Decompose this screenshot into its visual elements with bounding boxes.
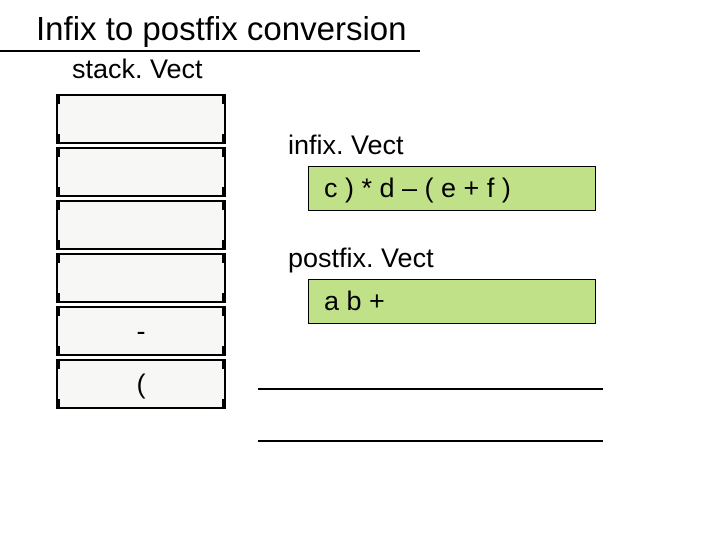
stack-slot-value: ( bbox=[137, 369, 146, 400]
postfix-value: a b + bbox=[324, 286, 385, 317]
postfix-label: postfix. Vect bbox=[288, 243, 434, 274]
slide-title: Infix to postfix conversion bbox=[36, 10, 407, 48]
stack-slot bbox=[56, 94, 226, 144]
stack-slot: - bbox=[56, 306, 226, 356]
infix-vector: c ) * d – ( e + f ) bbox=[308, 166, 596, 211]
stack-slot-value: - bbox=[137, 316, 146, 347]
infix-label: infix. Vect bbox=[288, 130, 404, 161]
stack-slot bbox=[56, 200, 226, 250]
stack-slot bbox=[56, 253, 226, 303]
blank-line bbox=[258, 388, 603, 390]
stack-slot: ( bbox=[56, 359, 226, 409]
stack-slot bbox=[56, 147, 226, 197]
title-underline bbox=[0, 50, 420, 52]
blank-line bbox=[258, 440, 603, 442]
stack-container: - ( bbox=[56, 94, 226, 412]
stack-label: stack. Vect bbox=[72, 54, 203, 85]
infix-value: c ) * d – ( e + f ) bbox=[324, 173, 511, 204]
postfix-vector: a b + bbox=[308, 279, 596, 324]
